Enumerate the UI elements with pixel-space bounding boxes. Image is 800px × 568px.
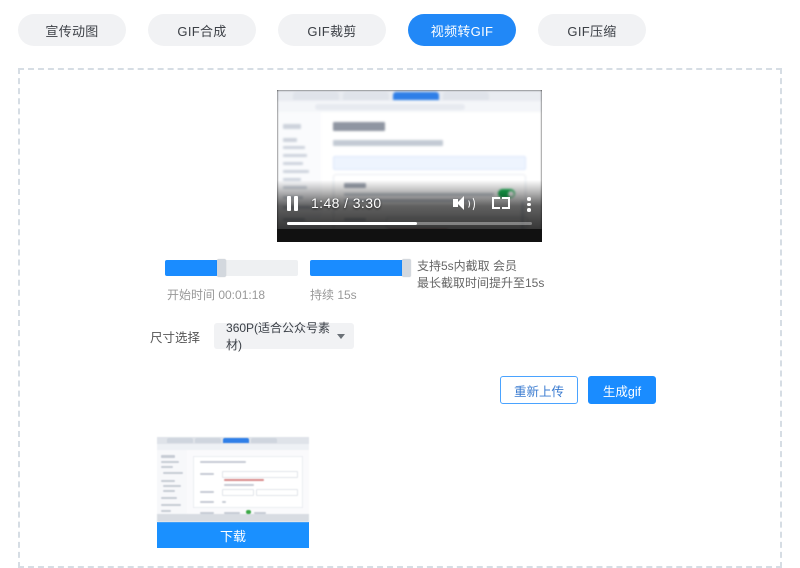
duration-readout: 持续 15s: [310, 288, 357, 302]
screenshot-browser-tab: [293, 92, 339, 100]
vip-hint-line2: 最长截取时间提升至15s: [417, 276, 545, 290]
video-progress-fill: [287, 222, 417, 225]
start-time-slider-handle[interactable]: [217, 259, 226, 277]
result-panel: 下载: [157, 437, 309, 548]
volume-icon[interactable]: [451, 193, 475, 213]
generate-gif-button-label: 生成gif: [602, 384, 642, 399]
gif-result-thumbnail[interactable]: [157, 437, 309, 522]
tab-gif-compress[interactable]: GIF压缩: [538, 14, 646, 46]
duration-slider-handle[interactable]: [402, 259, 411, 277]
tab-label: GIF合成: [177, 23, 227, 39]
screenshot-browser-tab: [343, 92, 389, 100]
action-button-group: 重新上传 生成gif: [499, 376, 656, 404]
screenshot-browser-tabstrip: [277, 90, 542, 101]
screenshot-browser-url: [315, 103, 465, 110]
size-selection-label: 尺寸选择: [150, 330, 201, 345]
vip-hint-line1: 支持5s内截取 会员: [417, 259, 518, 273]
player-time-display: 1:48 / 3:30: [311, 195, 382, 211]
thumb-sidebar: [157, 450, 187, 517]
video-progress-bar[interactable]: [287, 222, 532, 225]
size-select[interactable]: 360P(适合公众号素材): [214, 321, 355, 352]
tab-label: 视频转GIF: [430, 23, 494, 39]
reupload-button[interactable]: 重新上传: [499, 376, 578, 404]
download-button-label: 下载: [219, 528, 246, 544]
vip-hint: 支持5s内截取 会员 最长截取时间提升至15s: [417, 258, 544, 292]
tool-tabbar: 宣传动图 GIF合成 GIF裁剪 视频转GIF GIF压缩: [0, 0, 800, 46]
reupload-button-label: 重新上传: [513, 384, 564, 399]
size-select-value: 360P(适合公众号素材): [226, 321, 331, 352]
generate-gif-button[interactable]: 生成gif: [588, 376, 656, 404]
tab-label: GIF裁剪: [307, 23, 357, 39]
start-time-readout: 开始时间 00:01:18: [167, 288, 266, 302]
duration-slider-fill: [310, 260, 410, 276]
tab-label: 宣传动图: [45, 23, 99, 39]
video-player[interactable]: 1:48 / 3:30: [277, 90, 542, 242]
player-controls: 1:48 / 3:30: [277, 190, 542, 216]
tab-gif-crop[interactable]: GIF裁剪: [278, 14, 386, 46]
pause-icon[interactable]: [287, 195, 300, 211]
thumb-taskbar: [157, 514, 309, 522]
player-letterbox: [277, 229, 542, 242]
editor-dropzone-panel[interactable]: 1:48 / 3:30 开始时间 00:01:18 持续 15s 支持5s内截取…: [18, 68, 782, 568]
start-time-slider-fill: [165, 260, 219, 276]
tab-gif-compose[interactable]: GIF合成: [148, 14, 256, 46]
tab-video-to-gif[interactable]: 视频转GIF: [408, 14, 516, 46]
thumb-content: [187, 450, 309, 522]
size-selection-row: 尺寸选择 360P(适合公众号素材): [150, 321, 355, 352]
tab-promo-animation[interactable]: 宣传动图: [18, 14, 126, 46]
chevron-down-icon: [337, 333, 346, 339]
more-options-icon[interactable]: [527, 193, 532, 213]
download-button[interactable]: 下载: [157, 522, 309, 548]
screenshot-browser-tab: [443, 92, 489, 100]
thumb-browser-tabstrip: [157, 437, 309, 444]
start-time-slider[interactable]: [165, 259, 298, 277]
duration-slider[interactable]: [310, 259, 411, 277]
fullscreen-icon[interactable]: [489, 193, 513, 213]
screenshot-browser-tab-active: [393, 92, 439, 100]
tab-label: GIF压缩: [567, 23, 617, 39]
